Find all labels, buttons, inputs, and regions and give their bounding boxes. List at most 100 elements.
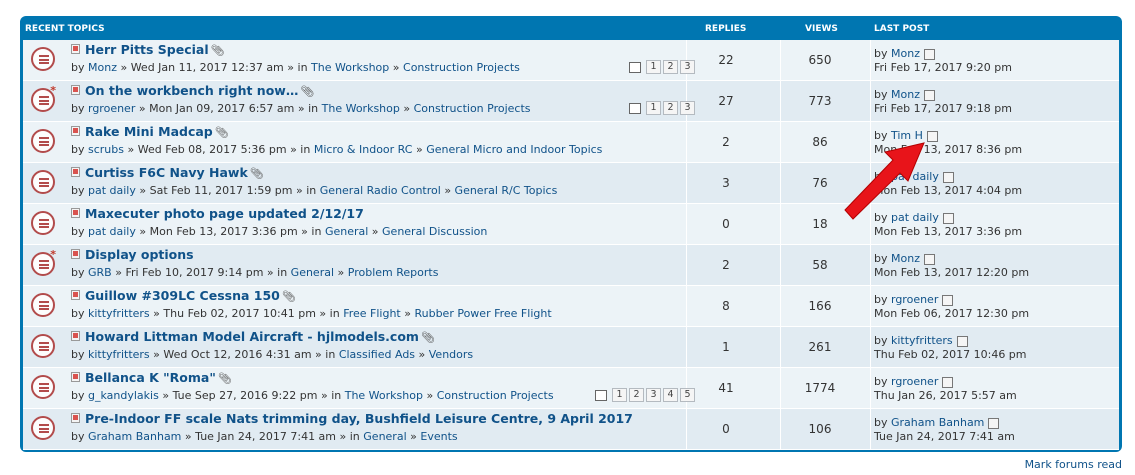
last-author-link[interactable]: Graham Banham bbox=[891, 416, 984, 429]
subforum-link[interactable]: Problem Reports bbox=[348, 266, 439, 279]
topic-title-link[interactable]: Rake Mini Madcap bbox=[85, 124, 213, 139]
last-author-link[interactable]: pat daily bbox=[891, 211, 939, 224]
separator: » bbox=[415, 143, 423, 156]
author-link[interactable]: g_kandylakis bbox=[88, 389, 159, 402]
subforum-link[interactable]: Rubber Power Free Flight bbox=[414, 307, 551, 320]
last-post-heading: LAST POST bbox=[874, 24, 930, 34]
last-author-link[interactable]: rgroener bbox=[891, 293, 938, 306]
topic-title-link[interactable]: Howard Littman Model Aircraft - hjlmodel… bbox=[85, 329, 419, 344]
forum-link[interactable]: Classified Ads bbox=[339, 348, 415, 361]
page-link[interactable]: 1 bbox=[646, 101, 661, 115]
topic-title-link[interactable]: Guillow #309LC Cessna 150 bbox=[85, 288, 280, 303]
forum-link[interactable]: The Workshop bbox=[322, 102, 400, 115]
new-post-icon[interactable] bbox=[71, 413, 80, 423]
attachment-icon: 📎︎ bbox=[210, 44, 225, 57]
forum-link[interactable]: General bbox=[325, 225, 368, 238]
new-post-icon[interactable] bbox=[71, 372, 80, 382]
author-link[interactable]: GRB bbox=[88, 266, 112, 279]
topic-read-icon bbox=[31, 334, 55, 358]
last-author-link[interactable]: Monz bbox=[891, 252, 920, 265]
page-link[interactable]: 4 bbox=[663, 388, 678, 402]
new-post-icon[interactable] bbox=[71, 249, 80, 259]
page-link[interactable]: 2 bbox=[663, 101, 678, 115]
last-post: by Tim H Mon Feb 13, 2017 8:36 pm bbox=[874, 129, 1022, 156]
view-latest-post-icon[interactable] bbox=[956, 335, 968, 347]
subforum-link[interactable]: Events bbox=[420, 430, 457, 443]
view-latest-post-icon[interactable] bbox=[942, 171, 954, 183]
last-post: by kittyfritters Thu Feb 02, 2017 10:46 p… bbox=[874, 334, 1027, 361]
subforum-link[interactable]: General R/C Topics bbox=[455, 184, 558, 197]
view-latest-post-icon[interactable] bbox=[923, 48, 935, 60]
forum-link[interactable]: The Workshop bbox=[311, 61, 389, 74]
last-author-link[interactable]: kittyfritters bbox=[891, 334, 953, 347]
new-post-icon[interactable] bbox=[71, 331, 80, 341]
view-latest-post-icon[interactable] bbox=[942, 212, 954, 224]
replies-count: 1 bbox=[722, 340, 730, 354]
last-author-link[interactable]: Monz bbox=[891, 88, 920, 101]
new-post-icon[interactable] bbox=[71, 44, 80, 54]
view-latest-post-icon[interactable] bbox=[988, 417, 1000, 429]
in-label: in bbox=[329, 307, 340, 320]
last-author-link[interactable]: Tim H bbox=[891, 129, 923, 142]
last-author-link[interactable]: rgroener bbox=[891, 375, 938, 388]
new-post-icon[interactable] bbox=[71, 126, 80, 136]
forum-link[interactable]: Free Flight bbox=[343, 307, 401, 320]
author-link[interactable]: kittyfritters bbox=[88, 307, 150, 320]
topic-title-link[interactable]: Herr Pitts Special bbox=[85, 42, 209, 57]
forum-link[interactable]: Micro & Indoor RC bbox=[314, 143, 413, 156]
author-link[interactable]: pat daily bbox=[88, 184, 136, 197]
by-label: by bbox=[874, 252, 888, 265]
topic-title-link[interactable]: Curtiss F6C Navy Hawk bbox=[85, 165, 248, 180]
view-latest-post-icon[interactable] bbox=[942, 376, 954, 388]
forum-link[interactable]: General bbox=[363, 430, 406, 443]
topic-title-link[interactable]: Pre-Indoor FF scale Nats trimming day, B… bbox=[85, 411, 633, 426]
subforum-link[interactable]: General Discussion bbox=[382, 225, 487, 238]
replies-count: 0 bbox=[722, 217, 730, 231]
forum-link[interactable]: The Workshop bbox=[345, 389, 423, 402]
author-link[interactable]: kittyfritters bbox=[88, 348, 150, 361]
topic-title-link[interactable]: Display options bbox=[85, 247, 194, 262]
forum-link[interactable]: General Radio Control bbox=[320, 184, 441, 197]
new-post-icon[interactable] bbox=[71, 167, 80, 177]
last-post: by pat daily Mon Feb 13, 2017 4:04 pm bbox=[874, 170, 1022, 197]
replies-heading: REPLIES bbox=[705, 24, 747, 34]
mark-forums-read-link[interactable]: Mark forums read bbox=[1025, 458, 1122, 471]
new-post-icon[interactable] bbox=[71, 208, 80, 218]
page-link[interactable]: 3 bbox=[646, 388, 661, 402]
view-latest-post-icon[interactable] bbox=[942, 294, 954, 306]
view-latest-post-icon[interactable] bbox=[923, 89, 935, 101]
page-link[interactable]: 1 bbox=[646, 60, 661, 74]
view-latest-post-icon[interactable] bbox=[923, 253, 935, 265]
post-date: Mon Jan 09, 2017 6:57 am bbox=[149, 102, 295, 115]
topic-title-link[interactable]: Bellanca K "Roma" bbox=[85, 370, 216, 385]
subforum-link[interactable]: General Micro and Indoor Topics bbox=[426, 143, 602, 156]
new-post-icon[interactable] bbox=[71, 290, 80, 300]
view-latest-post-icon[interactable] bbox=[926, 130, 938, 142]
post-date: Tue Jan 24, 2017 7:41 am bbox=[195, 430, 337, 443]
page-link[interactable]: 1 bbox=[612, 388, 627, 402]
separator: » bbox=[184, 430, 192, 443]
separator: » bbox=[315, 348, 322, 361]
last-post-date: Thu Jan 26, 2017 5:57 am bbox=[874, 389, 1017, 402]
subforum-link[interactable]: Vendors bbox=[429, 348, 473, 361]
separator: » bbox=[403, 102, 411, 115]
separator: » bbox=[138, 102, 146, 115]
subforum-link[interactable]: Construction Projects bbox=[437, 389, 554, 402]
topic-title-link[interactable]: Maxecuter photo page updated 2/12/17 bbox=[85, 206, 364, 221]
forum-link[interactable]: General bbox=[291, 266, 334, 279]
last-author-link[interactable]: Monz bbox=[891, 47, 920, 60]
author-link[interactable]: Monz bbox=[88, 61, 117, 74]
author-link[interactable]: rgroener bbox=[88, 102, 135, 115]
last-author-link[interactable]: pat daily bbox=[891, 170, 939, 183]
author-link[interactable]: pat daily bbox=[88, 225, 136, 238]
subforum-link[interactable]: Construction Projects bbox=[403, 61, 520, 74]
topic-title-link[interactable]: On the workbench right now… bbox=[85, 83, 298, 98]
page-link[interactable]: 2 bbox=[629, 388, 644, 402]
author-link[interactable]: scrubs bbox=[88, 143, 124, 156]
topic-title-line: Herr Pitts Special 📎︎ bbox=[85, 42, 225, 57]
subforum-link[interactable]: Construction Projects bbox=[414, 102, 531, 115]
page-link[interactable]: 2 bbox=[663, 60, 678, 74]
attachment-icon: 📎︎ bbox=[249, 167, 264, 180]
new-post-icon[interactable] bbox=[71, 85, 80, 95]
author-link[interactable]: Graham Banham bbox=[88, 430, 181, 443]
